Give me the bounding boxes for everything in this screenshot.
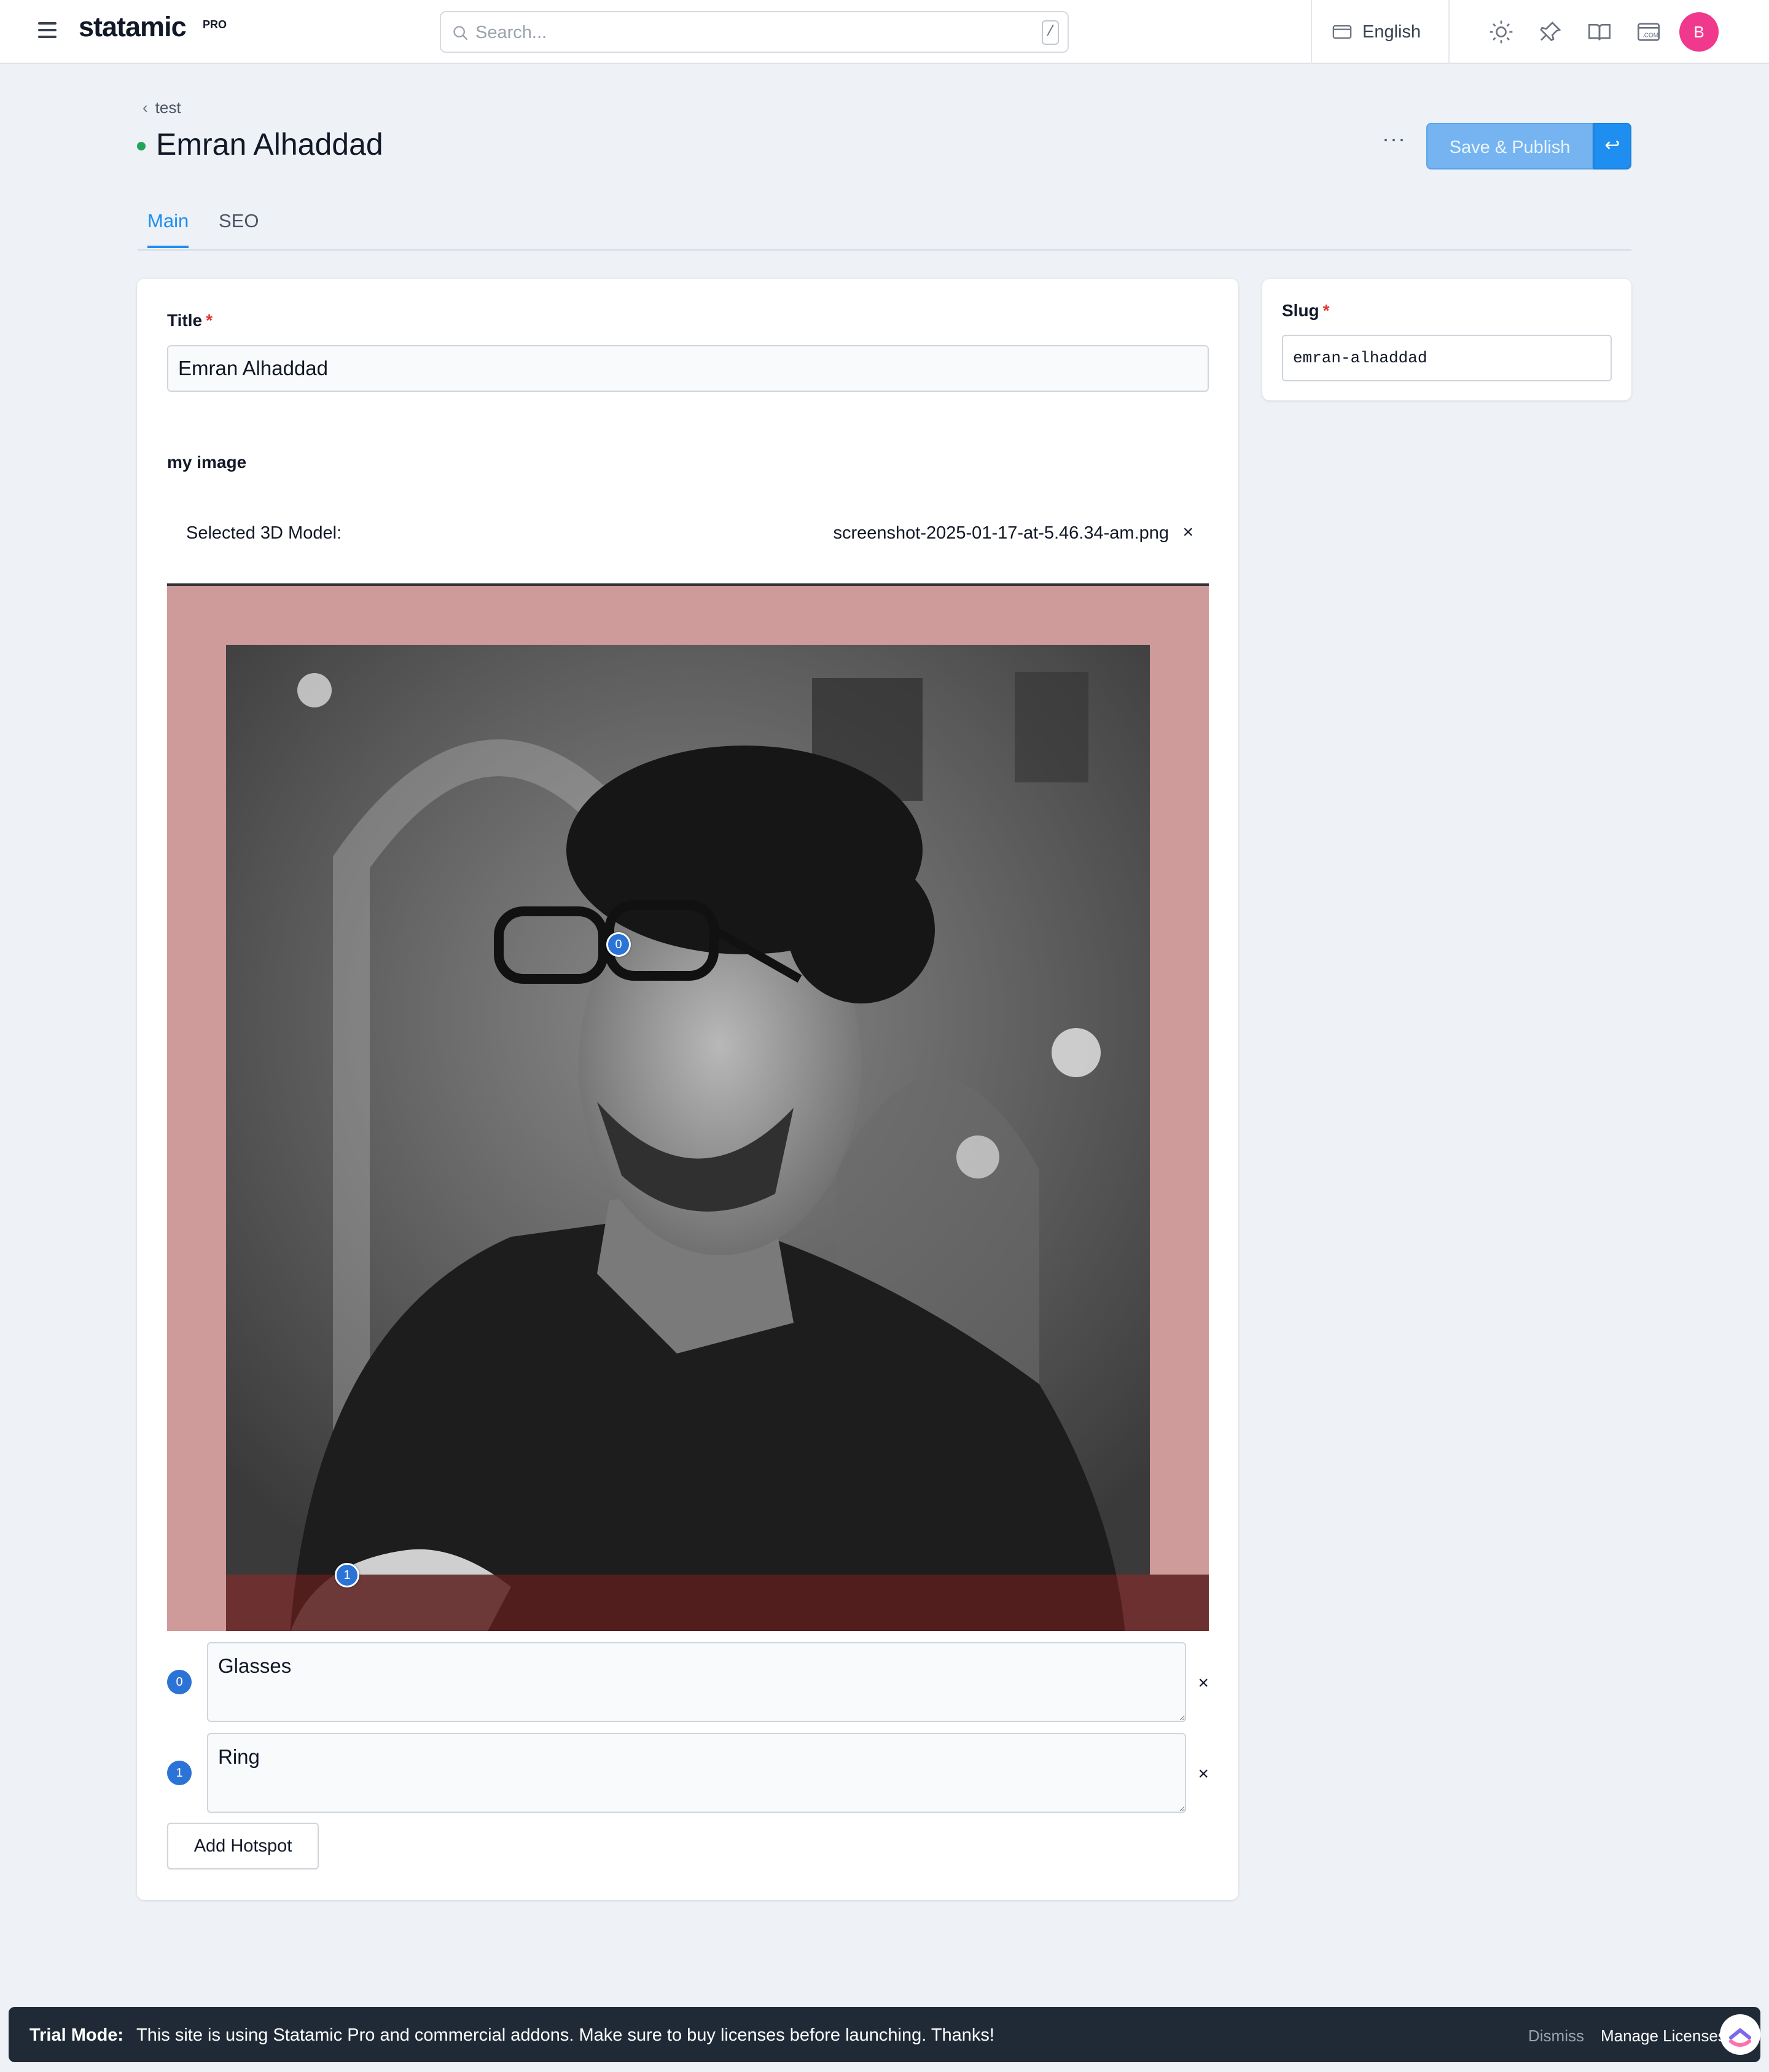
sun-icon[interactable] xyxy=(1489,20,1513,44)
brand-logo[interactable]: statamic xyxy=(79,11,187,43)
brand-pro-badge: PRO xyxy=(203,18,227,31)
more-options-button[interactable]: ··· xyxy=(1382,128,1405,157)
clickup-icon[interactable] xyxy=(1720,2014,1760,2055)
selected-model-label: Selected 3D Model: xyxy=(186,523,342,543)
pin-icon[interactable] xyxy=(1538,20,1563,44)
site-label: English xyxy=(1362,21,1421,42)
tab-bar: Main SEO xyxy=(138,197,1631,251)
page-title: Emran Alhaddad xyxy=(156,127,383,162)
site-selector[interactable]: English xyxy=(1332,18,1421,45)
main-fields-card: Title* my image Selected 3D Model: scree… xyxy=(137,279,1238,1900)
hotspot-row: 0 Glasses × xyxy=(167,1642,1209,1722)
search-input[interactable] xyxy=(475,18,1016,47)
hotspot-marker-1[interactable]: 1 xyxy=(335,1563,359,1587)
menu-icon[interactable] xyxy=(38,22,60,41)
hotspot-index-badge: 1 xyxy=(167,1761,192,1785)
publish-dropdown-button[interactable]: ↩ xyxy=(1593,123,1631,169)
save-publish-button[interactable]: Save & Publish xyxy=(1426,123,1593,169)
hotspot-description-field[interactable]: Glasses xyxy=(207,1642,1186,1722)
book-icon[interactable] xyxy=(1587,20,1612,44)
search-box[interactable]: / xyxy=(440,11,1069,53)
dismiss-link[interactable]: Dismiss xyxy=(1528,2027,1584,2046)
nav-divider xyxy=(1311,0,1312,64)
remove-hotspot-icon[interactable]: × xyxy=(1198,1673,1209,1694)
avatar[interactable]: B xyxy=(1679,12,1719,52)
hotspot-description-field[interactable]: Ring xyxy=(207,1733,1186,1813)
search-shortcut-key: / xyxy=(1042,20,1059,45)
nav-divider xyxy=(1448,0,1450,64)
tab-seo[interactable]: SEO xyxy=(219,210,259,246)
trial-mode-banner: Trial Mode: This site is using Statamic … xyxy=(9,2007,1760,2062)
title-label: Title * xyxy=(167,311,213,330)
published-status-dot xyxy=(137,142,146,150)
breadcrumb-label: test xyxy=(155,98,181,117)
title-field[interactable] xyxy=(167,345,1209,392)
site-icon xyxy=(1332,25,1352,39)
hotspot-index-badge: 0 xyxy=(167,1670,192,1694)
selected-model-row: Selected 3D Model: screenshot-2025-01-17… xyxy=(186,518,1193,549)
image-field-label: my image xyxy=(167,453,247,472)
add-hotspot-button[interactable]: Add Hotspot xyxy=(167,1823,319,1869)
selected-model-filename: screenshot-2025-01-17-at-5.46.34-am.png xyxy=(833,523,1170,543)
trial-mode-message: This site is using Statamic Pro and comm… xyxy=(136,2025,994,2045)
search-icon xyxy=(453,26,468,41)
remove-model-icon[interactable]: × xyxy=(1182,522,1193,543)
tab-main[interactable]: Main xyxy=(147,210,189,248)
slug-card: Slug * xyxy=(1262,279,1631,400)
manage-licenses-link[interactable]: Manage Licenses xyxy=(1601,2027,1726,2046)
svg-text:.COM: .COM xyxy=(1642,32,1658,39)
hotspot-image-editor[interactable]: 0 1 xyxy=(167,583,1209,1631)
slug-field[interactable] xyxy=(1282,335,1612,381)
trial-mode-label: Trial Mode: xyxy=(29,2025,124,2045)
hotspot-marker-0[interactable]: 0 xyxy=(606,932,631,957)
hotspot-row: 1 Ring × xyxy=(167,1733,1209,1813)
com-icon[interactable]: .COM xyxy=(1636,20,1661,44)
top-navigation: statamic PRO / English .COM B xyxy=(0,0,1769,64)
breadcrumb[interactable]: ‹ test xyxy=(143,98,181,117)
chevron-left-icon: ‹ xyxy=(143,98,148,117)
remove-hotspot-icon[interactable]: × xyxy=(1198,1764,1209,1785)
portrait-photo xyxy=(167,586,1209,1631)
slug-label: Slug * xyxy=(1282,301,1330,320)
